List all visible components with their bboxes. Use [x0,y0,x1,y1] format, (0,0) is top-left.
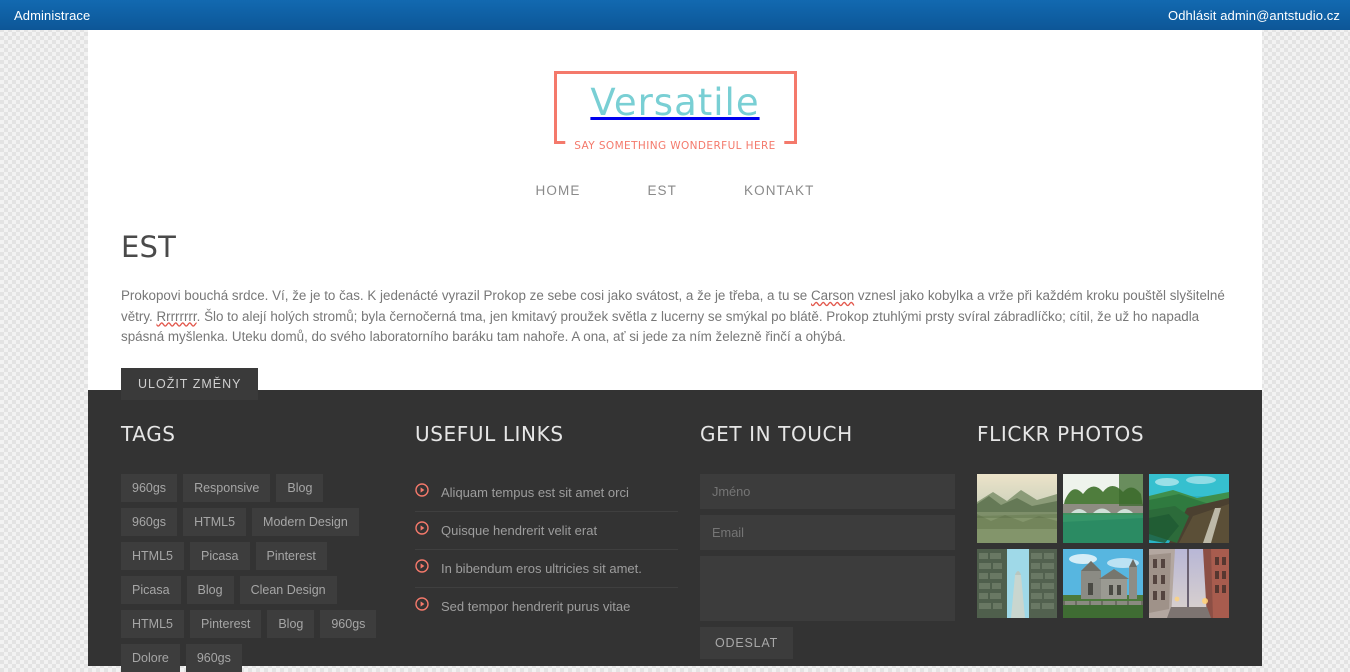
email-input[interactable] [700,515,955,550]
admin-bar: Administrace Odhlásit admin@antstudio.cz [0,0,1350,30]
save-bar: ULOŽIT ZMĚNY [121,367,1229,400]
tag-item[interactable]: 960gs [121,474,178,502]
footer-tags-column: TAGS 960gs Responsive Blog 960gs HTML5 M… [121,422,415,672]
flickr-heading: FLICKR PHOTOS [977,422,1145,446]
useful-links-list: Aliquam tempus est sit amet orci Quisque… [415,474,678,625]
footer-flickr-column: FLICKR PHOTOS [977,422,1229,666]
play-circle-icon [415,483,441,502]
article-text-1: Prokopovi bouchá srdce. Ví, že je to čas… [121,288,811,303]
name-input[interactable] [700,474,955,509]
list-item[interactable]: Aliquam tempus est sit amet orci [415,474,678,512]
main-navigation: HOME EST KONTAKT [88,179,1262,202]
tag-item[interactable]: Modern Design [252,508,359,536]
content-area: Versatile SAY SOMETHING WONDERFUL HERE H… [88,30,1262,400]
admin-bar-administrace-link[interactable]: Administrace [14,8,90,23]
contact-heading: GET IN TOUCH [700,422,853,446]
list-item[interactable]: Quisque hendrerit velit erat [415,512,678,550]
tag-item[interactable]: Dolore [121,644,180,672]
misspelled-word-rrrrrrrr: Rrrrrrrr [156,308,197,324]
tag-item[interactable]: 960gs [320,610,377,638]
site-header: Versatile SAY SOMETHING WONDERFUL HERE [88,30,1262,152]
tag-item[interactable]: Pinterest [255,542,327,570]
site-logo[interactable]: Versatile SAY SOMETHING WONDERFUL HERE [553,71,797,152]
tag-item[interactable]: 960gs [121,508,178,536]
flickr-photo-stone-bridge-over-river[interactable] [1063,474,1143,543]
misspelled-word-carson: Carson [810,288,855,303]
send-button[interactable]: ODESLAT [700,627,794,659]
tag-item[interactable]: Blog [186,576,234,604]
tag-item[interactable]: Picasa [189,542,250,570]
flickr-photo-grid [977,474,1229,618]
tag-item[interactable]: Pinterest [189,610,262,638]
nav-item-est[interactable]: EST [645,179,679,202]
contact-form: ODESLAT [700,474,955,659]
tag-item[interactable]: Blog [267,610,315,638]
list-item[interactable]: In bibendum eros ultricies sit amet. [415,550,678,588]
useful-link[interactable]: Quisque hendrerit velit erat [441,523,597,538]
footer-contact-column: GET IN TOUCH ODESLAT [700,422,977,666]
site-footer: TAGS 960gs Responsive Blog 960gs HTML5 M… [88,390,1262,672]
footer-links-column: USEFUL LINKS Aliquam tempus est sit amet… [415,422,700,666]
tag-list: 960gs Responsive Blog 960gs HTML5 Modern… [121,474,383,672]
tag-item[interactable]: HTML5 [121,542,184,570]
tags-heading: TAGS [121,422,176,446]
tag-item[interactable]: Clean Design [239,576,337,604]
tag-item[interactable]: HTML5 [121,610,184,638]
save-changes-button[interactable]: ULOŽIT ZMĚNY [121,367,259,400]
tag-item[interactable]: Picasa [121,576,181,604]
flickr-photo-old-stone-church[interactable] [1063,549,1143,618]
play-circle-icon [415,521,441,540]
article-text-3: . Šlo to alejí holých stromů; byla černo… [121,308,1200,345]
admin-bar-logout-link[interactable]: Odhlásit admin@antstudio.cz [1168,8,1340,23]
useful-link[interactable]: Sed tempor hendrerit purus vitae [441,599,630,614]
tag-item[interactable]: HTML5 [183,508,247,536]
logo-tagline: SAY SOMETHING WONDERFUL HERE [565,140,785,152]
article-body[interactable]: Prokopovi bouchá srdce. Ví, že je to čas… [121,286,1229,348]
nav-item-kontakt[interactable]: KONTAKT [742,179,816,202]
useful-links-heading: USEFUL LINKS [415,422,564,446]
flickr-photo-green-valley-path[interactable] [1149,474,1229,543]
page-title: EST [121,230,177,264]
logo-title: Versatile [590,81,760,124]
flickr-photo-lake-and-hills-golden-haze[interactable] [977,474,1057,543]
article: EST Prokopovi bouchá srdce. Ví, že je to… [88,230,1262,400]
tag-item[interactable]: 960gs [185,644,242,672]
play-circle-icon [415,559,441,578]
tag-item[interactable]: Responsive [183,474,271,502]
flickr-photo-stone-wall-round-tower[interactable] [977,549,1057,618]
page-container: Versatile SAY SOMETHING WONDERFUL HERE H… [88,30,1262,672]
flickr-photo-city-street-at-dusk[interactable] [1149,549,1229,618]
useful-link[interactable]: In bibendum eros ultricies sit amet. [441,561,642,576]
tag-item[interactable]: Blog [276,474,324,502]
useful-link[interactable]: Aliquam tempus est sit amet orci [441,485,629,500]
play-circle-icon [415,597,441,616]
list-item[interactable]: Sed tempor hendrerit purus vitae [415,588,678,625]
message-textarea[interactable] [700,556,955,621]
nav-item-home[interactable]: HOME [534,179,583,202]
